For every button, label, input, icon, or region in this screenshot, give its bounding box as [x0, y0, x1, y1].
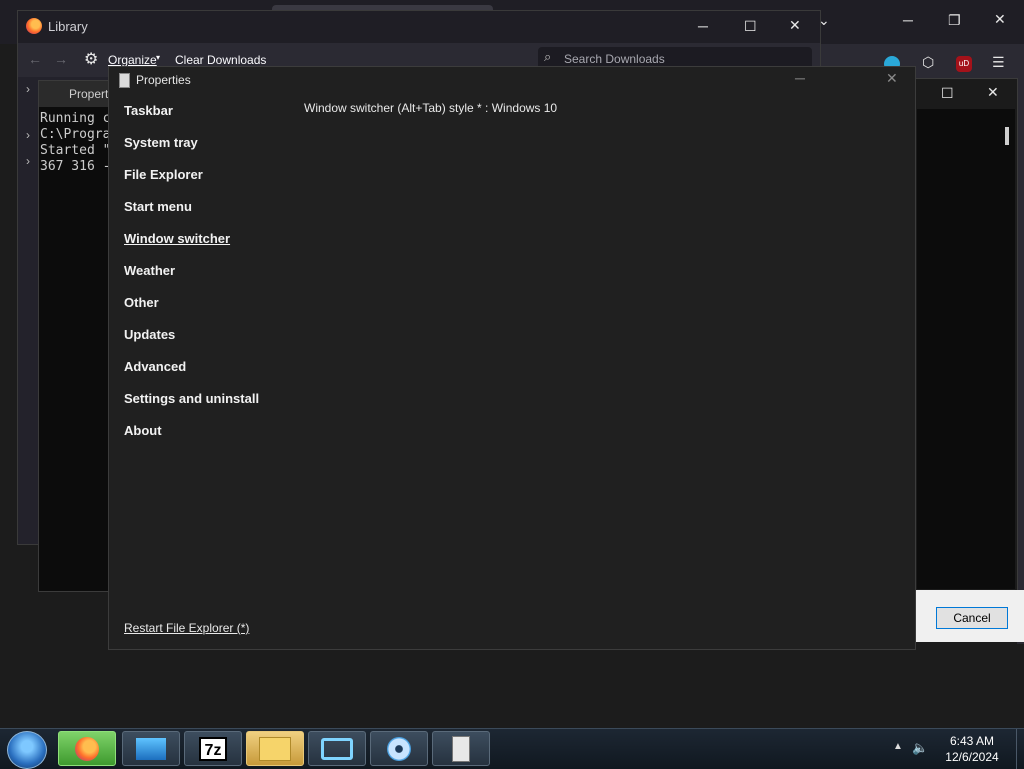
taskbar: 7z ▲ 🔈 6:43 AM 12/6/2024 [0, 728, 1024, 769]
taskbar-disc-app[interactable] [370, 731, 428, 766]
console2-output [917, 109, 1015, 589]
expand-chevron-icon[interactable]: › [26, 154, 30, 168]
organize-button[interactable]: Organize [108, 53, 157, 67]
back-arrow-icon[interactable]: ← [28, 51, 42, 67]
background-dialog: Cancel [914, 590, 1024, 642]
gear-icon[interactable]: ⚙ [84, 49, 98, 69]
library-maximize-icon[interactable]: ☐ [744, 18, 757, 35]
restart-file-explorer-link[interactable]: Restart File Explorer (*) [124, 621, 249, 635]
expand-chevron-icon[interactable]: › [26, 128, 30, 142]
window-icon [321, 737, 353, 760]
console-line: C:\Progra [40, 127, 111, 142]
7zip-icon: 7z [199, 736, 227, 761]
properties-close-icon[interactable]: ✕ [886, 70, 898, 87]
nav-item-start-menu[interactable]: Start menu [124, 199, 192, 214]
nav-item-other[interactable]: Other [124, 295, 159, 310]
firefox-content-edge [1017, 84, 1024, 644]
expand-chevron-icon[interactable]: › [26, 82, 30, 96]
library-titlebar: Library ─ ☐ ✕ [18, 11, 820, 43]
library-title: Library [48, 19, 88, 34]
minimize-icon[interactable]: ─ [903, 12, 913, 28]
forward-arrow-icon[interactable]: → [54, 51, 68, 67]
properties-minimize-icon[interactable]: ─ [795, 70, 805, 86]
tray-overflow-icon[interactable]: ▲ [893, 741, 903, 752]
properties-titlebar: Properties ─ ✕ [109, 67, 915, 95]
tree-expanders: › › › [22, 80, 38, 200]
properties-title: Properties [136, 73, 191, 87]
extensions-icon[interactable]: ⬡ [922, 54, 934, 71]
nav-item-system-tray[interactable]: System tray [124, 135, 198, 150]
console-title: Propert [69, 87, 109, 101]
start-button[interactable] [7, 731, 47, 769]
firefox-icon [75, 736, 99, 761]
library-close-icon[interactable]: ✕ [789, 17, 801, 34]
nav-item-weather[interactable]: Weather [124, 263, 175, 278]
console-line: Started " [40, 143, 111, 158]
close-icon[interactable]: ✕ [994, 11, 1006, 28]
restore-icon[interactable]: ❐ [948, 12, 961, 29]
taskbar-properties[interactable] [432, 731, 490, 766]
disc-icon [387, 736, 411, 761]
chevron-down-icon: ▾ [156, 53, 161, 62]
properties-app-icon [119, 73, 130, 88]
library-minimize-icon[interactable]: ─ [698, 18, 708, 34]
console-output: Running c C:\Progra Started " 367 316 - [40, 111, 110, 175]
console2-close-icon[interactable]: ✕ [987, 84, 999, 101]
clock[interactable]: 6:43 AM 12/6/2024 [930, 733, 1014, 765]
window-switcher-style-setting[interactable]: Window switcher (Alt+Tab) style * : Wind… [304, 101, 557, 115]
console2-maximize-icon[interactable]: ☐ [941, 85, 954, 102]
nav-item-about[interactable]: About [124, 423, 162, 438]
search-icon: ⌕ [544, 49, 552, 64]
folder-icon [259, 736, 291, 761]
show-desktop-button[interactable] [1016, 729, 1024, 769]
clear-downloads-button[interactable]: Clear Downloads [175, 53, 266, 67]
clock-time: 6:43 AM [949, 734, 995, 748]
cancel-button[interactable]: Cancel [936, 607, 1008, 629]
console-window-right: ☐ ✕ [908, 78, 1018, 592]
nav-item-file-explorer[interactable]: File Explorer [124, 167, 203, 182]
firefox-logo-icon [26, 18, 42, 34]
volume-muted-icon[interactable]: 🔈 [912, 740, 928, 756]
taskbar-app-blue[interactable] [308, 731, 366, 766]
properties-window: Properties ─ ✕ Taskbar System tray File … [108, 66, 916, 650]
nav-item-advanced[interactable]: Advanced [124, 359, 186, 374]
console-line: 367 316 - [40, 159, 111, 174]
nav-item-updates[interactable]: Updates [124, 327, 175, 342]
scrollbar-thumb[interactable] [1005, 127, 1009, 145]
clock-date: 12/6/2024 [945, 750, 999, 764]
nav-item-settings-and-uninstall[interactable]: Settings and uninstall [124, 391, 259, 406]
taskbar-file-explorer[interactable] [246, 731, 304, 766]
menu-icon[interactable]: ☰ [992, 54, 1005, 71]
console-line: Running c [40, 111, 111, 126]
taskbar-photos[interactable] [122, 731, 180, 766]
nav-item-taskbar[interactable]: Taskbar [124, 103, 173, 118]
ublock-icon[interactable]: uD [956, 56, 972, 72]
taskbar-firefox[interactable] [58, 731, 116, 766]
search-placeholder: Search Downloads [564, 52, 665, 66]
properties-icon [452, 735, 470, 762]
photos-icon [136, 737, 166, 760]
nav-item-window-switcher[interactable]: Window switcher [124, 231, 230, 246]
taskbar-7zip[interactable]: 7z [184, 731, 242, 766]
